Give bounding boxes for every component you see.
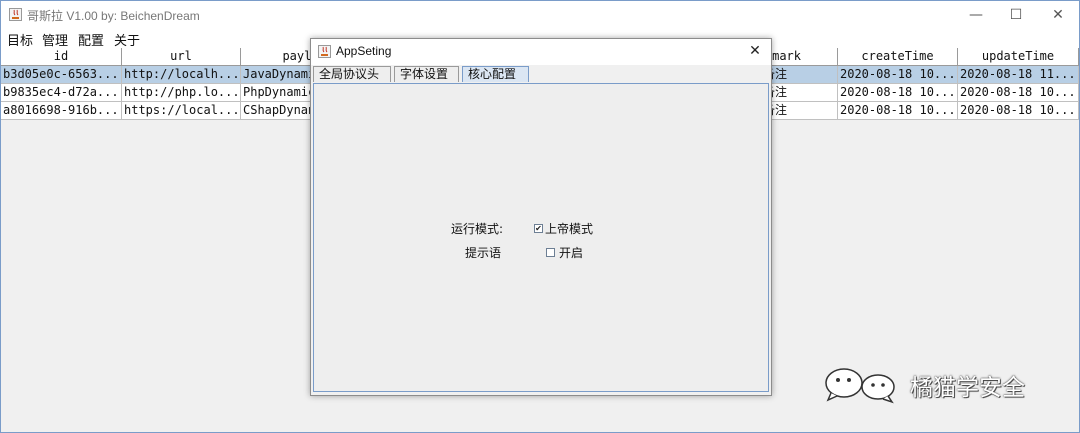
- app-setting-dialog: AppSeting ✕ 全局协议头 字体设置 核心配置 运行模式: ✔ 上帝模式…: [310, 38, 772, 396]
- cell-createtime: 2020-08-18 10...: [838, 84, 958, 102]
- hint-enable-checkbox[interactable]: [546, 248, 555, 257]
- menu-target[interactable]: 目标: [7, 30, 33, 49]
- hint-label: 提示语: [465, 246, 502, 260]
- column-header-createtime[interactable]: createTime: [838, 48, 958, 66]
- run-mode-label: 运行模式:: [451, 222, 504, 236]
- dialog-title: AppSeting: [336, 44, 392, 58]
- cell-updatetime: 2020-08-18 10...: [958, 84, 1079, 102]
- dialog-title-bar: AppSeting ✕: [311, 39, 771, 65]
- tab-core-config[interactable]: 核心配置: [462, 66, 529, 82]
- god-mode-checkbox[interactable]: ✔: [534, 224, 543, 233]
- close-button[interactable]: ✕: [1035, 1, 1079, 29]
- java-app-icon: [9, 8, 22, 21]
- cell-updatetime: 2020-08-18 10...: [958, 102, 1079, 120]
- cell-url: https://local...: [122, 102, 241, 120]
- core-config-panel: 运行模式: ✔ 上帝模式 提示语 开启: [313, 83, 769, 392]
- cell-url: http://php.lo...: [122, 84, 241, 102]
- god-mode-label[interactable]: 上帝模式: [545, 220, 593, 237]
- menu-about[interactable]: 关于: [114, 30, 140, 49]
- cell-remark: 备注: [761, 66, 838, 84]
- window-title: 哥斯拉 V1.00 by: BeichenDream: [27, 9, 200, 23]
- cell-id: a8016698-916b...: [1, 102, 122, 120]
- title-bar: 哥斯拉 V1.00 by: BeichenDream — ☐ ✕: [1, 1, 1079, 29]
- dialog-close-button[interactable]: ✕: [745, 41, 765, 61]
- cell-url: http://localh...: [122, 66, 241, 84]
- cell-remark: 备注: [761, 84, 838, 102]
- cell-remark: 备注: [761, 102, 838, 120]
- cell-createtime: 2020-08-18 10...: [838, 102, 958, 120]
- menu-config[interactable]: 配置: [78, 30, 104, 49]
- hint-enable-label[interactable]: 开启: [559, 244, 583, 261]
- watermark-text: 橘猫学安全: [910, 375, 1025, 401]
- status-strip: [1, 419, 1079, 432]
- column-header-url[interactable]: url: [122, 48, 241, 66]
- java-app-icon: [318, 45, 331, 58]
- maximize-button[interactable]: ☐: [993, 1, 1039, 29]
- wechat-icon: [825, 368, 895, 404]
- tab-font-settings[interactable]: 字体设置: [394, 66, 459, 82]
- watermark: 橘猫学安全: [822, 365, 1025, 405]
- cell-createtime: 2020-08-18 10...: [838, 66, 958, 84]
- cell-id: b9835ec4-d72a...: [1, 84, 122, 102]
- column-header-id[interactable]: id: [1, 48, 122, 66]
- cell-id: b3d05e0c-6563...: [1, 66, 122, 84]
- menu-manage[interactable]: 管理: [42, 30, 68, 49]
- column-header-updatetime[interactable]: updateTime: [958, 48, 1079, 66]
- cell-updatetime: 2020-08-18 11...: [958, 66, 1079, 84]
- tab-global-headers[interactable]: 全局协议头: [313, 66, 391, 82]
